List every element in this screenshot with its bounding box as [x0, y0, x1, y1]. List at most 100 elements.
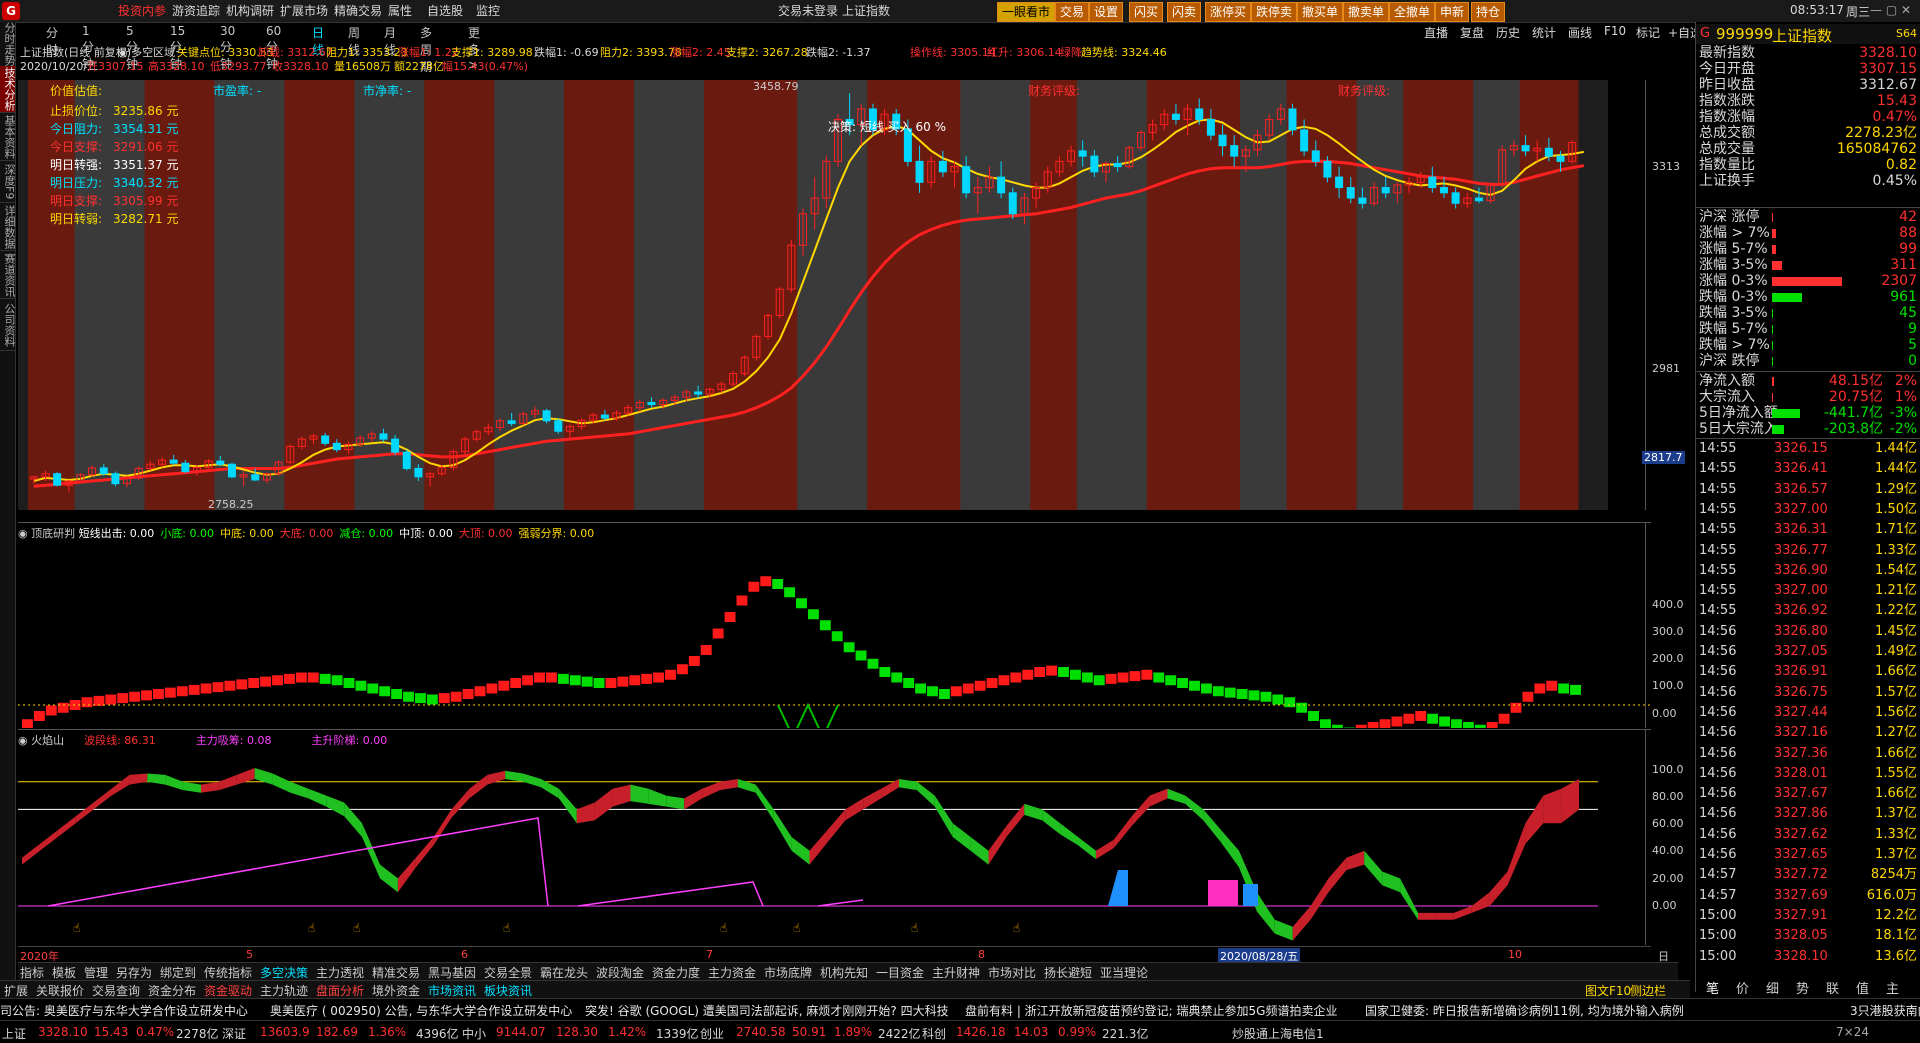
toolbar-btn-11[interactable]: 持仓 [1471, 2, 1506, 22]
tick-row[interactable]: 14:55 3326.31 1.71亿 [1696, 521, 1920, 539]
tick-row[interactable]: 15:00 3328.10 13.6亿 [1696, 948, 1920, 966]
quote-tab-2[interactable]: 细 [1766, 978, 1779, 997]
tick-row[interactable]: 14:55 3327.00 1.21亿 [1696, 582, 1920, 600]
toolbar-btn-1[interactable]: 交易 [1055, 2, 1090, 22]
tick-row[interactable]: 14:55 3326.77 1.33亿 [1696, 542, 1920, 560]
chart-tool-2[interactable]: 历史 [1496, 24, 1520, 41]
news-item[interactable]: 国家卫健委: 昨日报告新增确诊病例11例, 均为境外输入病例 [1365, 1002, 1684, 1019]
sidebar-tab-fenshi[interactable]: 分时走势 [0, 22, 16, 67]
tick-row[interactable]: 14:56 3327.36 1.66亿 [1696, 745, 1920, 763]
indicator-tab-17[interactable]: 一目资金 [876, 964, 924, 981]
news-item[interactable]: 奥美医疗 ( 002950) 公告, 与东华大学合作设立研发中心 [270, 1002, 572, 1019]
indicator-tab-12[interactable]: 波段淘金 [596, 964, 644, 981]
menu-jingque[interactable]: 精确交易 [334, 3, 382, 19]
bottom-tab-2[interactable]: 交易查询 [92, 982, 140, 999]
quote-tab-6[interactable]: 主 [1886, 978, 1899, 997]
sidebar-tab-jishu[interactable]: 技术分析 [0, 66, 16, 113]
menu-kuozhan[interactable]: 扩展市场 [280, 3, 328, 19]
toolbar-btn-9[interactable]: 全撤单 [1389, 2, 1436, 22]
bottom-tab-1[interactable]: 关联报价 [36, 982, 84, 999]
bottom-tab-9[interactable]: 板块资讯 [484, 982, 532, 999]
toolbar-btn-5[interactable]: 涨停买 [1205, 2, 1252, 22]
bottom-tab-f10[interactable]: 图文F10 [1585, 982, 1631, 999]
tick-row[interactable]: 14:55 3326.92 1.22亿 [1696, 602, 1920, 620]
toolbar-btn-10[interactable]: 申新 [1435, 2, 1470, 22]
indicator-tab-10[interactable]: 交易全景 [484, 964, 532, 981]
quote-tab-3[interactable]: 势 [1796, 978, 1809, 997]
indicator-tab-19[interactable]: 市场对比 [988, 964, 1036, 981]
dingdi-svg[interactable] [18, 523, 1651, 728]
tick-row[interactable]: 15:00 3328.05 18.1亿 [1696, 927, 1920, 945]
sidebar-tab-f9[interactable]: 深度F9 [0, 162, 16, 203]
toolbar-btn-2[interactable]: 设置 [1089, 2, 1124, 22]
tick-row[interactable]: 14:57 3327.72 8254万 [1696, 866, 1920, 884]
bottom-tab-6[interactable]: 盘面分析 [316, 982, 364, 999]
indicator-tab-2[interactable]: 管理 [84, 964, 108, 981]
news-item[interactable]: 司公告: 奥美医疗与东华大学合作设立研发中心 [0, 1002, 248, 1019]
sub-chart-dingdi[interactable]: ◉ 顶底研判 短线出击: 0.00 小底: 0.00 中底: 0.00 大底: 0.0… [18, 523, 1651, 728]
tick-row[interactable]: 14:56 3327.67 1.66亿 [1696, 785, 1920, 803]
indicator-tab-5[interactable]: 传统指标 [204, 964, 252, 981]
quote-tab-1[interactable]: 价 [1736, 978, 1749, 997]
tick-row[interactable]: 14:56 3327.05 1.49亿 [1696, 643, 1920, 661]
quote-tab-0[interactable]: 笔 [1706, 978, 1719, 997]
tick-row[interactable]: 14:56 3327.86 1.37亿 [1696, 805, 1920, 823]
toolbar-btn-6[interactable]: 跌停卖 [1251, 2, 1298, 22]
tick-row[interactable]: 14:56 3327.62 1.33亿 [1696, 826, 1920, 844]
bottom-tab-7[interactable]: 境外资金 [372, 982, 420, 999]
sidebar-tab-saidao[interactable]: 赛道资讯 [0, 252, 16, 299]
bottom-tab-5[interactable]: 主力轨迹 [260, 982, 308, 999]
indicator-tab-18[interactable]: 主升财神 [932, 964, 980, 981]
bottom-tab-3[interactable]: 资金分布 [148, 982, 196, 999]
sidebar-tab-jiben[interactable]: 基本资料 [0, 114, 16, 161]
tick-row[interactable]: 14:55 3326.90 1.54亿 [1696, 562, 1920, 580]
toolbar-btn-4[interactable]: 闪卖 [1167, 2, 1202, 22]
sub-chart-huoyanshan[interactable]: ☝ ☝ ☝ ☝ ☝ ☝ ☝ ☝ ◉ 火焰山 波段线: 86.31 主力吸筹: 0.08 主升阶梯: … [18, 730, 1651, 945]
chart-tool-3[interactable]: 统计 [1532, 24, 1556, 41]
huoyanshan-svg[interactable]: ☝ ☝ ☝ ☝ ☝ ☝ ☝ ☝ [18, 730, 1651, 945]
chart-tool-1[interactable]: 复盘 [1460, 24, 1484, 41]
toolbar-btn-3[interactable]: 闪买 [1129, 2, 1164, 22]
toolbar-btn-0[interactable]: 一眼看市 [997, 2, 1056, 22]
tick-row[interactable]: 14:56 3327.16 1.27亿 [1696, 724, 1920, 742]
indicator-tab-13[interactable]: 资金力度 [652, 964, 700, 981]
chart-tool-0[interactable]: 直播 [1424, 24, 1448, 41]
tick-row[interactable]: 14:56 3327.65 1.37亿 [1696, 846, 1920, 864]
tick-row[interactable]: 14:56 3326.91 1.66亿 [1696, 663, 1920, 681]
tick-row[interactable]: 14:56 3328.01 1.55亿 [1696, 765, 1920, 783]
bottom-tab-4[interactable]: 资金驱动 [204, 982, 252, 999]
chart-tool-4[interactable]: 画线 [1568, 24, 1592, 41]
indicator-tab-4[interactable]: 绑定到 [160, 964, 196, 981]
tick-row[interactable]: 14:56 3326.75 1.57亿 [1696, 684, 1920, 702]
chart-tool-6[interactable]: 标记 [1636, 24, 1660, 41]
sidebar-tab-gongsi[interactable]: 公司资料 [0, 300, 16, 351]
menu-jiankong[interactable]: 监控 [476, 3, 500, 19]
tick-row[interactable]: 14:57 3327.69 616.0万 [1696, 887, 1920, 905]
bottom-tab-8[interactable]: 市场资讯 [428, 982, 476, 999]
tick-row[interactable]: 14:56 3326.80 1.45亿 [1696, 623, 1920, 641]
indicator-tab-3[interactable]: 另存为 [116, 964, 152, 981]
app-logo-icon[interactable]: G [2, 2, 20, 20]
kline-svg[interactable] [18, 80, 1608, 510]
window-controls-icon[interactable]: — ▢ ✕ [1870, 3, 1911, 17]
news-item[interactable]: 盘前有料 | 浙江开放新冠疫苗预约登记; 瑞典禁止参加5G频谱拍卖企业 [965, 1002, 1337, 1019]
tick-row[interactable]: 14:55 3326.15 1.44亿 [1696, 440, 1920, 458]
indicator-tab-14[interactable]: 主力资金 [708, 964, 756, 981]
tick-row[interactable]: 14:56 3327.44 1.56亿 [1696, 704, 1920, 722]
indicator-tab-15[interactable]: 市场底牌 [764, 964, 812, 981]
bottom-tab-0[interactable]: 扩展 [4, 982, 28, 999]
menu-jigou[interactable]: 机构调研 [226, 3, 274, 19]
main-kline-chart[interactable]: 价值估值: 市盈率: - 市净率: - 财务评级: 财务评级: 止损价位: 323… [18, 80, 1608, 511]
menu-youzi[interactable]: 游资追踪 [172, 3, 220, 19]
indicator-tab-7[interactable]: 主力透视 [316, 964, 364, 981]
toolbar-btn-7[interactable]: 撤买单 [1297, 2, 1344, 22]
news-item[interactable]: 突发! 谷歌 (GOOGL) 遭美国司法部起诉, 麻烦才刚刚开始? 四大科技 [585, 1002, 949, 1019]
indicator-tab-0[interactable]: 指标 [20, 964, 44, 981]
news-ticker[interactable]: 司公告: 奥美医疗与东华大学合作设立研发中心 奥美医疗 ( 002950) 公告,… [0, 998, 1920, 1019]
sidebar-tab-xiangxi[interactable]: 详细数据 [0, 204, 16, 251]
indicator-tab-8[interactable]: 精准交易 [372, 964, 420, 981]
menu-zixuan[interactable]: 自选股 [427, 3, 463, 19]
indicator-tab-6[interactable]: 多空决策 [260, 964, 308, 981]
toolbar-btn-8[interactable]: 撤卖单 [1343, 2, 1390, 22]
news-item[interactable]: 3只港股获南向资 [1850, 1002, 1920, 1019]
